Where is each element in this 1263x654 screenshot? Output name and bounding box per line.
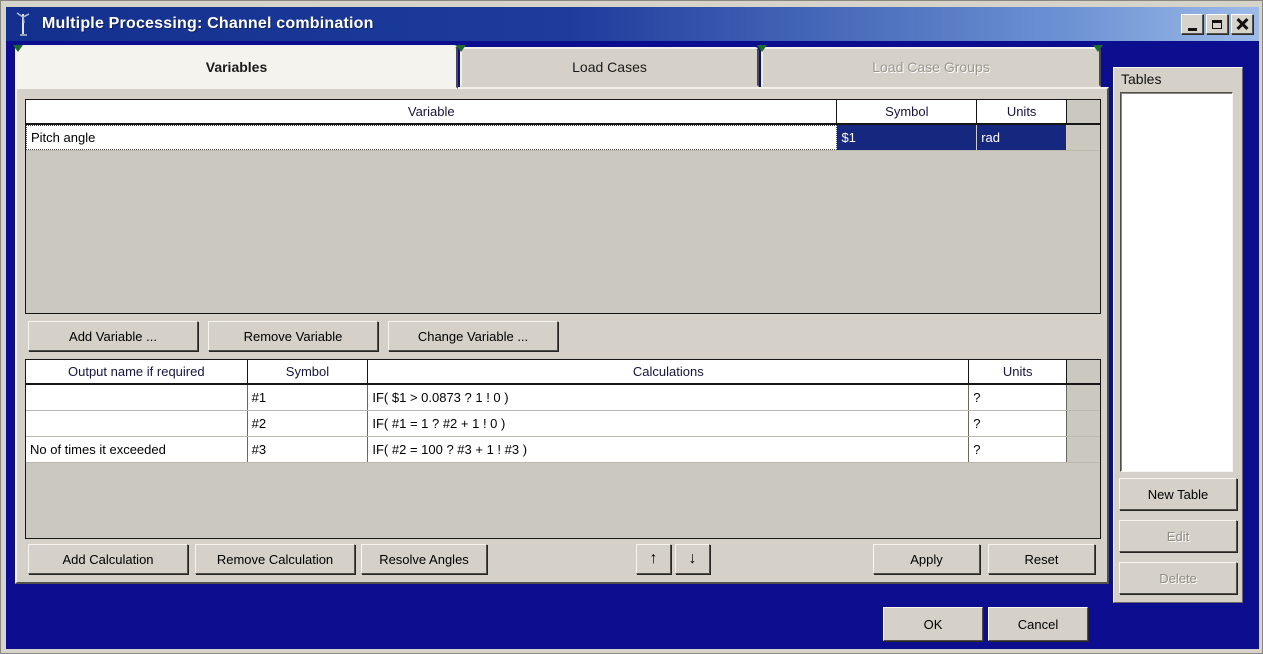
variable-symbol-cell[interactable]: $1 bbox=[837, 125, 977, 150]
close-icon bbox=[1236, 18, 1248, 30]
maximize-icon bbox=[1212, 20, 1222, 29]
maximize-button[interactable] bbox=[1206, 14, 1228, 34]
row-filler-cell bbox=[1067, 437, 1100, 462]
reset-button[interactable]: Reset bbox=[988, 544, 1095, 574]
symbol-cell[interactable]: #1 bbox=[248, 385, 369, 410]
remove-variable-button[interactable]: Remove Variable bbox=[208, 321, 378, 351]
symbol-cell[interactable]: #3 bbox=[248, 437, 369, 462]
tab-corner-notch-icon bbox=[13, 45, 23, 52]
move-up-button[interactable]: ↑ bbox=[636, 544, 671, 574]
units-cell[interactable]: ? bbox=[969, 437, 1067, 462]
ok-button[interactable]: OK bbox=[883, 607, 983, 641]
tab-variables-label: Variables bbox=[206, 59, 268, 75]
remove-calculation-button[interactable]: Remove Calculation bbox=[195, 544, 355, 574]
calculation-row[interactable]: #2 IF( #1 = 1 ? #2 + 1 ! 0 ) ? bbox=[26, 411, 1100, 437]
title-bar[interactable]: Multiple Processing: Channel combination bbox=[6, 7, 1259, 41]
tab-corner-notch-icon bbox=[757, 45, 767, 52]
edit-table-button: Edit bbox=[1119, 520, 1237, 552]
calculation-cell[interactable]: IF( #1 = 1 ? #2 + 1 ! 0 ) bbox=[368, 411, 969, 436]
tab-load-cases[interactable]: Load Cases bbox=[460, 47, 759, 87]
calculations-grid-header: Output name if required Symbol Calculati… bbox=[26, 360, 1100, 385]
calculation-cell[interactable]: IF( #2 = 100 ? #3 + 1 ! #3 ) bbox=[368, 437, 969, 462]
turbine-app-icon bbox=[14, 11, 34, 37]
change-variable-button[interactable]: Change Variable ... bbox=[388, 321, 558, 351]
variable-row[interactable]: Pitch angle $1 rad bbox=[26, 125, 1100, 151]
units-cell[interactable]: ? bbox=[969, 411, 1067, 436]
move-down-button[interactable]: ↓ bbox=[675, 544, 710, 574]
calculation-row[interactable]: #1 IF( $1 > 0.0873 ? 1 ! 0 ) ? bbox=[26, 385, 1100, 411]
units-cell[interactable]: ? bbox=[969, 385, 1067, 410]
column-header-symbol[interactable]: Symbol bbox=[248, 360, 369, 383]
column-header-symbol[interactable]: Symbol bbox=[837, 100, 977, 123]
tab-corner-notch-icon bbox=[456, 45, 466, 52]
tab-load-case-groups: Load Case Groups bbox=[761, 47, 1101, 87]
cancel-button[interactable]: Cancel bbox=[988, 607, 1088, 641]
calculation-row[interactable]: No of times it exceeded #3 IF( #2 = 100 … bbox=[26, 437, 1100, 463]
tab-load-case-groups-label: Load Case Groups bbox=[872, 59, 990, 75]
close-button[interactable] bbox=[1231, 14, 1253, 34]
column-header-units[interactable]: Units bbox=[969, 360, 1067, 383]
variable-name-cell[interactable]: Pitch angle bbox=[26, 125, 837, 150]
output-name-cell[interactable] bbox=[26, 385, 248, 410]
variables-tab-panel: Variable Symbol Units Pitch angle $1 rad… bbox=[15, 87, 1109, 584]
column-header-calculations[interactable]: Calculations bbox=[368, 360, 969, 383]
tab-corner-notch-icon bbox=[1093, 45, 1103, 52]
symbol-cell[interactable]: #2 bbox=[248, 411, 369, 436]
variables-grid: Variable Symbol Units Pitch angle $1 rad bbox=[25, 99, 1101, 314]
window-title: Multiple Processing: Channel combination bbox=[42, 15, 374, 33]
add-variable-button[interactable]: Add Variable ... bbox=[28, 321, 198, 351]
calculation-cell[interactable]: IF( $1 > 0.0873 ? 1 ! 0 ) bbox=[368, 385, 969, 410]
tables-frame-caption: Tables bbox=[1121, 71, 1161, 87]
row-filler-cell bbox=[1067, 385, 1100, 410]
calculations-grid: Output name if required Symbol Calculati… bbox=[25, 359, 1101, 539]
tab-load-cases-label: Load Cases bbox=[572, 59, 647, 75]
tables-listbox[interactable] bbox=[1120, 92, 1233, 472]
output-name-cell[interactable]: No of times it exceeded bbox=[26, 437, 248, 462]
column-header-filler bbox=[1067, 100, 1100, 123]
tables-frame: Tables New Table Edit Delete bbox=[1113, 67, 1243, 603]
apply-button[interactable]: Apply bbox=[873, 544, 980, 574]
resolve-angles-button[interactable]: Resolve Angles bbox=[361, 544, 487, 574]
delete-table-button: Delete bbox=[1119, 562, 1237, 594]
column-header-variable[interactable]: Variable bbox=[26, 100, 837, 123]
up-arrow-icon: ↑ bbox=[650, 551, 658, 567]
add-calculation-button[interactable]: Add Calculation bbox=[28, 544, 188, 574]
dialog-window: Multiple Processing: Channel combination… bbox=[0, 0, 1263, 654]
minimize-icon bbox=[1188, 28, 1197, 31]
column-header-filler bbox=[1067, 360, 1100, 383]
row-filler-cell bbox=[1067, 125, 1100, 150]
new-table-button[interactable]: New Table bbox=[1119, 478, 1237, 510]
minimize-button[interactable] bbox=[1181, 14, 1203, 34]
down-arrow-icon: ↓ bbox=[689, 551, 697, 567]
column-header-units[interactable]: Units bbox=[977, 100, 1067, 123]
column-header-output-name[interactable]: Output name if required bbox=[26, 360, 248, 383]
variables-grid-header: Variable Symbol Units bbox=[26, 100, 1100, 125]
output-name-cell[interactable] bbox=[26, 411, 248, 436]
variable-units-cell[interactable]: rad bbox=[977, 125, 1067, 150]
row-filler-cell bbox=[1067, 411, 1100, 436]
tab-variables[interactable]: Variables bbox=[15, 45, 458, 89]
